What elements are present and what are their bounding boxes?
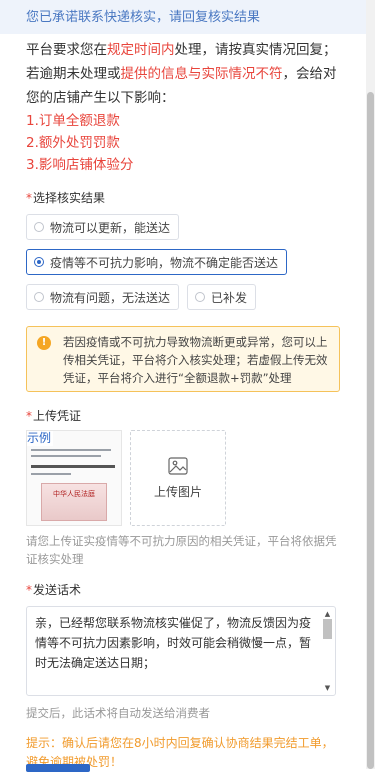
impact-item: 1.订单全额退款 [26, 113, 120, 129]
doc-line [31, 473, 71, 475]
radio-circle-icon [34, 222, 44, 232]
radio-logistics-ok[interactable]: 物流可以更新，能送达 [26, 214, 180, 240]
upload-label-text: 上传凭证 [33, 409, 82, 423]
page-scroll-thumb[interactable] [367, 92, 374, 769]
image-icon [168, 456, 188, 475]
notice-text: 平台要求您在规定时间内处理，请按真实情况回复；若逾期未处理或提供的信息与实际情况… [26, 38, 340, 110]
warning-text: 若因疫情或不可抗力导致物流断更或异常，您可以上传相关凭证，平台将介入核实处理；若… [63, 335, 328, 385]
textarea-scroll-thumb[interactable] [323, 619, 332, 639]
page-scrollbar[interactable] [366, 0, 375, 769]
notice-highlight: 提供的信息与实际情况不符 [120, 66, 283, 82]
radio-circle-icon [195, 292, 206, 302]
scroll-up-icon[interactable]: ▲ [322, 609, 333, 619]
upload-label: *上传凭证 [26, 408, 340, 424]
required-mark: * [26, 583, 32, 597]
message-textarea-value[interactable]: 亲，已经帮您联系物流核实催促了，物流反馈因为疫情等不可抗力因素影响，时效可能会稍… [27, 607, 335, 679]
textarea-scrollbar[interactable]: ▲ ▼ [322, 609, 333, 693]
status-banner: 您已承诺联系快递核实，请回复核实结果 [0, 0, 366, 34]
required-mark: * [26, 409, 32, 423]
message-textarea[interactable]: 亲，已经帮您联系物流核实催促了，物流反馈因为疫情等不可抗力因素影响，时效可能会稍… [26, 606, 336, 696]
verify-result-label: *选择核实结果 [26, 190, 340, 206]
radio-checked-icon [34, 257, 44, 267]
radio-label: 疫情等不可抗力影响，物流不确定能否送达 [50, 255, 279, 270]
radio-label: 物流有问题，无法送达 [50, 290, 171, 305]
doc-line [31, 455, 101, 457]
message-label-text: 发送话术 [33, 583, 82, 597]
radio-circle-icon [34, 292, 44, 302]
scroll-down-icon[interactable]: ▼ [322, 683, 333, 693]
warning-box: ! 若因疫情或不可抗力导致物流断更或异常，您可以上传相关凭证，平台将介入核实处理… [26, 326, 340, 392]
sample-label[interactable]: 示例 [27, 431, 54, 446]
radio-label: 物流可以更新，能送达 [50, 220, 171, 235]
impact-list: 1.订单全额退款 2.额外处罚罚款 3.影响店铺体验分 [26, 110, 340, 176]
sample-image[interactable]: 中华人民法庭 示例 [26, 430, 122, 526]
verification-panel: 您已承诺联系快递核实，请回复核实结果 平台要求您在规定时间内处理，请按真实情况回… [0, 0, 366, 772]
radio-reshipped[interactable]: 已补发 [187, 284, 257, 310]
radio-label: 已补发 [211, 290, 248, 305]
status-banner-text: 您已承诺联系快递核实，请回复核实结果 [26, 10, 261, 25]
upload-image-button[interactable]: 上传图片 [130, 430, 226, 526]
doc-line [31, 465, 115, 468]
upload-hint: 请您上传证实疫情等不可抗力原因的相关凭证，平台将依据凭证核实处理 [26, 534, 337, 566]
submit-button[interactable] [26, 764, 90, 772]
impact-item: 2.额外处罚罚款 [26, 135, 120, 151]
exclamation-icon: ! [37, 336, 51, 350]
doc-line [31, 449, 111, 451]
sample-seal-image: 中华人民法庭 [41, 483, 107, 521]
upload-button-label: 上传图片 [153, 484, 202, 499]
sample-seal-text: 中华人民法庭 [53, 490, 95, 498]
notice-highlight: 规定时间内 [107, 42, 175, 58]
verify-result-label-text: 选择核实结果 [33, 191, 106, 205]
message-label: *发送话术 [26, 582, 340, 598]
radio-logistics-problem[interactable]: 物流有问题，无法送达 [26, 284, 180, 310]
impact-item: 3.影响店铺体验分 [26, 157, 134, 173]
radio-force-majeure[interactable]: 疫情等不可抗力影响，物流不确定能否送达 [26, 249, 288, 275]
notice-part: 平台要求您在 [26, 42, 107, 58]
message-hint: 提交后，此话术将自动发送给消费者 [26, 706, 210, 720]
required-mark: * [26, 191, 32, 205]
